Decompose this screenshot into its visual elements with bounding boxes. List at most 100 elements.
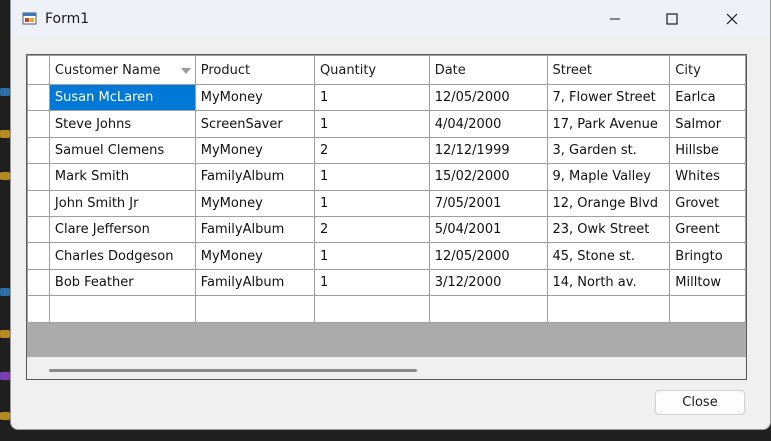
window-title: Form1	[45, 11, 90, 27]
grid-cell[interactable]: Samuel Clemens	[48, 136, 196, 165]
grid-cell[interactable]: 12/05/2000	[428, 242, 548, 270]
grid-cell[interactable]: 12/12/1999	[428, 136, 548, 165]
row-header[interactable]	[27, 295, 50, 323]
grid-cell[interactable]: 7/05/2001	[428, 189, 548, 217]
grid-cell[interactable]: Milltow	[669, 268, 746, 297]
grid-cell[interactable]: 17, Park Avenue	[546, 110, 671, 138]
grid-cell[interactable]: 3/12/2000	[428, 268, 548, 297]
grid-header-row: Customer Name Product Quantity Date Stre…	[27, 55, 746, 85]
grid-cell[interactable]: 12/05/2000	[428, 83, 548, 112]
table-row[interactable]: Mark Smith FamilyAlbum 1 15/02/2000 9, Maple…	[27, 163, 746, 191]
horizontal-scrollbar[interactable]	[27, 357, 746, 379]
grid-cell[interactable]: Hillsbe	[669, 136, 746, 165]
column-header-date[interactable]: Date	[428, 55, 548, 85]
grid-cell[interactable]: 5/04/2001	[428, 215, 548, 244]
grid-cell[interactable]: MyMoney	[194, 242, 315, 270]
grid-cell[interactable]: ScreenSaver	[194, 110, 315, 138]
scrollbar-thumb[interactable]	[49, 369, 417, 372]
column-header-label: Product	[200, 62, 251, 78]
grid-cell[interactable]: FamilyAlbum	[194, 215, 315, 244]
grid-table: Customer Name Product Quantity Date Stre…	[27, 55, 746, 323]
grid-cell[interactable]: 1	[313, 189, 430, 217]
grid-cell[interactable]	[546, 295, 671, 323]
table-row[interactable]: Charles Dodgeson MyMoney 1 12/05/2000 45, St…	[27, 242, 746, 270]
grid-cell[interactable]	[194, 295, 315, 323]
grid-cell[interactable]: 7, Flower Street	[546, 83, 671, 112]
grid-cell[interactable]: Salmor	[669, 110, 746, 138]
grid-cell[interactable]: 1	[313, 83, 430, 112]
grid-cell[interactable]: 1	[313, 242, 430, 270]
new-row[interactable]	[27, 295, 746, 323]
grid-cell[interactable]	[48, 295, 196, 323]
grid-cell[interactable]: 14, North av.	[546, 268, 671, 297]
row-header[interactable]	[27, 268, 50, 297]
row-header[interactable]	[27, 242, 50, 270]
table-row[interactable]: John Smith Jr MyMoney 1 7/05/2001 12, Orange…	[27, 189, 746, 217]
row-header[interactable]	[27, 136, 50, 165]
grid-cell[interactable]: Clare Jefferson	[48, 215, 196, 244]
grid-cell[interactable]: Whites	[669, 163, 746, 191]
grid-cell[interactable]: Bob Feather	[48, 268, 196, 297]
grid-cell[interactable]: MyMoney	[194, 136, 315, 165]
title-bar[interactable]: Form1	[11, 0, 770, 38]
grid-cell[interactable]: 15/02/2000	[428, 163, 548, 191]
minimize-button[interactable]	[586, 0, 644, 38]
grid-cell[interactable]: MyMoney	[194, 83, 315, 112]
grid-cell[interactable]	[313, 295, 430, 323]
grid-cell[interactable]: 3, Garden st.	[546, 136, 671, 165]
grid-cell[interactable]: Earlca	[669, 83, 746, 112]
grid-cell[interactable]: 9, Maple Valley	[546, 163, 671, 191]
row-header[interactable]	[27, 215, 50, 244]
row-header-corner[interactable]	[27, 55, 50, 85]
column-header-street[interactable]: Street	[546, 55, 671, 85]
grid-cell[interactable]: MyMoney	[194, 189, 315, 217]
row-header[interactable]	[27, 83, 50, 112]
grid-cell[interactable]: Charles Dodgeson	[48, 242, 196, 270]
table-row[interactable]: Samuel Clemens MyMoney 2 12/12/1999 3, Garde…	[27, 136, 746, 165]
grid-cell[interactable]: Steve Johns	[48, 110, 196, 138]
close-icon	[726, 13, 738, 25]
table-row[interactable]: Bob Feather FamilyAlbum 1 3/12/2000 14, Nort…	[27, 268, 746, 297]
app-form-icon	[22, 12, 37, 25]
window-close-button[interactable]	[703, 0, 761, 38]
sort-arrow-icon[interactable]	[180, 68, 191, 74]
maximize-button[interactable]	[643, 0, 701, 38]
grid-cell[interactable]: 2	[313, 136, 430, 165]
grid-cell[interactable]	[669, 295, 746, 323]
row-header[interactable]	[27, 189, 50, 217]
column-header-quantity[interactable]: Quantity	[313, 55, 430, 85]
column-header-customer-name[interactable]: Customer Name	[48, 55, 196, 85]
grid-cell[interactable]: 1	[313, 268, 430, 297]
grid-cell[interactable]: 4/04/2000	[428, 110, 548, 138]
table-row[interactable]: Susan McLaren MyMoney 1 12/05/2000 7, Flower…	[27, 83, 746, 112]
grid-cell[interactable]: John Smith Jr	[48, 189, 196, 217]
grid-cell[interactable]: FamilyAlbum	[194, 163, 315, 191]
background-accent	[0, 88, 10, 96]
grid-cell[interactable]: Grovet	[669, 189, 746, 217]
grid-cell[interactable]: Greent	[669, 215, 746, 244]
data-grid[interactable]: Customer Name Product Quantity Date Stre…	[26, 54, 747, 380]
column-header-label: Date	[434, 62, 466, 78]
grid-cell[interactable]: 12, Orange Blvd	[546, 189, 671, 217]
column-header-label: City	[675, 62, 701, 78]
grid-cell[interactable]: Bringto	[669, 242, 746, 270]
grid-cell[interactable]: 45, Stone st.	[546, 242, 671, 270]
column-header-product[interactable]: Product	[194, 55, 315, 85]
row-header[interactable]	[27, 110, 50, 138]
grid-cell[interactable]: 1	[313, 110, 430, 138]
close-button[interactable]: Close	[655, 390, 745, 415]
grid-cell[interactable]	[428, 295, 548, 323]
grid-cell[interactable]: 1	[313, 163, 430, 191]
table-row[interactable]: Steve Johns ScreenSaver 1 4/04/2000 17, Park…	[27, 110, 746, 138]
table-row[interactable]: Clare Jefferson FamilyAlbum 2 5/04/2001 23, …	[27, 215, 746, 244]
column-header-city[interactable]: City	[669, 55, 746, 85]
grid-cell[interactable]: Mark Smith	[48, 163, 196, 191]
grid-cell[interactable]: 23, Owk Street	[546, 215, 671, 244]
grid-cell[interactable]: 2	[313, 215, 430, 244]
grid-cell[interactable]: Susan McLaren	[48, 83, 196, 112]
minimize-icon	[610, 18, 620, 20]
grid-cell[interactable]: FamilyAlbum	[194, 268, 315, 297]
column-header-label: Street	[552, 62, 593, 78]
column-header-label: Quantity	[319, 62, 377, 78]
row-header[interactable]	[27, 163, 50, 191]
